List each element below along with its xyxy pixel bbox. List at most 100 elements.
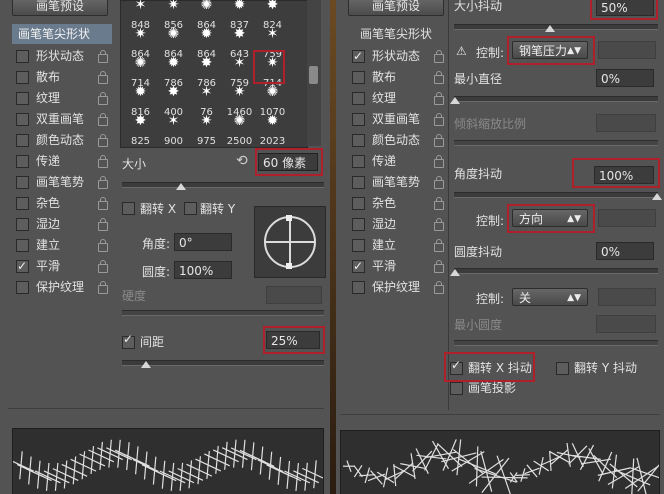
angle-jitter-thumb[interactable] [652, 193, 662, 200]
sidebar-checkbox[interactable] [16, 50, 29, 63]
lock-icon[interactable] [98, 50, 108, 63]
flip-y-jitter-checkbox[interactable] [556, 362, 569, 375]
lock-icon[interactable] [434, 239, 444, 252]
min-roundness-slider[interactable] [454, 340, 658, 346]
reset-size-icon[interactable]: ⟲ [236, 153, 248, 169]
scrollbar-thumb[interactable] [309, 66, 318, 84]
sidebar-item[interactable]: 杂色 [352, 193, 446, 213]
tilt-scale-slider[interactable] [454, 140, 658, 146]
sidebar-item[interactable]: 画笔笔势 [352, 172, 446, 192]
size-slider[interactable] [122, 182, 324, 188]
sidebar-checkbox[interactable] [16, 134, 29, 147]
sidebar-item[interactable]: 杂色 [16, 193, 110, 213]
sidebar-item[interactable]: 纹理 [352, 88, 446, 108]
sidebar-item[interactable]: 平滑 [16, 256, 110, 276]
brush-tile[interactable]: ✸ 825 [125, 111, 156, 147]
roundness-field[interactable]: 100% [174, 261, 232, 279]
brush-presets-button[interactable]: 画笔预设 [12, 0, 108, 16]
sidebar-item-brush-tip-shape-right[interactable]: 画笔笔尖形状 [348, 24, 448, 44]
spacing-slider-thumb[interactable] [141, 361, 151, 368]
lock-icon[interactable] [434, 260, 444, 273]
sidebar-item[interactable]: 画笔笔势 [16, 172, 110, 192]
lock-icon[interactable] [98, 155, 108, 168]
flip-x-checkbox[interactable] [122, 202, 135, 215]
lock-icon[interactable] [98, 176, 108, 189]
sidebar-item[interactable]: 双重画笔 [352, 109, 446, 129]
sidebar-item[interactable]: 传递 [16, 151, 110, 171]
sidebar-checkbox[interactable] [352, 256, 365, 276]
lock-icon[interactable] [434, 176, 444, 189]
sidebar-checkbox[interactable] [16, 281, 29, 294]
lock-icon[interactable] [434, 197, 444, 210]
lock-icon[interactable] [434, 71, 444, 84]
brush-grid-scrollbar[interactable] [307, 0, 321, 146]
sidebar-item[interactable]: 颜色动态 [16, 130, 110, 150]
sidebar-checkbox[interactable] [16, 71, 29, 84]
lock-icon[interactable] [434, 155, 444, 168]
sidebar-checkbox[interactable] [352, 281, 365, 294]
size-jitter-slider[interactable] [454, 24, 658, 30]
size-jitter-thumb[interactable] [545, 25, 555, 32]
sidebar-item[interactable]: 建立 [16, 235, 110, 255]
sidebar-item[interactable]: 双重画笔 [16, 109, 110, 129]
lock-icon[interactable] [434, 218, 444, 231]
sidebar-checkbox[interactable] [352, 176, 365, 189]
sidebar-checkbox[interactable] [352, 239, 365, 252]
sidebar-checkbox[interactable] [16, 197, 29, 210]
sidebar-checkbox[interactable] [16, 239, 29, 252]
lock-icon[interactable] [98, 71, 108, 84]
sidebar-item[interactable]: 散布 [16, 67, 110, 87]
angle-jitter-slider[interactable] [454, 192, 658, 198]
sidebar-checkbox[interactable] [16, 92, 29, 105]
brush-projection-checkbox[interactable] [450, 382, 463, 395]
lock-icon[interactable] [98, 134, 108, 147]
min-diameter-field[interactable]: 0% [596, 69, 654, 87]
lock-icon[interactable] [98, 197, 108, 210]
brush-tile[interactable]: ✹ 2023 [257, 111, 288, 147]
control1-extra-field[interactable] [598, 41, 656, 59]
control3-select[interactable]: 关 ▲▼ [512, 288, 588, 306]
control2-extra-field[interactable] [598, 209, 656, 227]
min-roundness-field[interactable] [596, 315, 656, 333]
hardness-field[interactable] [266, 286, 322, 304]
sidebar-item[interactable]: 形状动态 [352, 46, 446, 66]
sidebar-item[interactable]: 建立 [352, 235, 446, 255]
tilt-scale-field[interactable] [596, 114, 656, 132]
sidebar-checkbox[interactable] [352, 197, 365, 210]
sidebar-item[interactable]: 颜色动态 [352, 130, 446, 150]
sidebar-item[interactable]: 形状动态 [16, 46, 110, 66]
spacing-slider[interactable] [122, 360, 324, 366]
lock-icon[interactable] [434, 281, 444, 294]
lock-icon[interactable] [98, 239, 108, 252]
sidebar-item-brush-tip-shape[interactable]: 画笔笔尖形状 [12, 24, 112, 44]
roundness-jitter-field[interactable]: 0% [596, 242, 654, 260]
spacing-checkbox[interactable] [122, 332, 135, 349]
lock-icon[interactable] [434, 134, 444, 147]
flip-y-checkbox[interactable] [184, 202, 197, 215]
lock-icon[interactable] [98, 260, 108, 273]
lock-icon[interactable] [98, 113, 108, 126]
sidebar-checkbox[interactable] [352, 71, 365, 84]
angle-field[interactable]: 0° [174, 233, 232, 251]
sidebar-checkbox[interactable] [16, 155, 29, 168]
roundness-jitter-thumb[interactable] [450, 269, 460, 276]
size-slider-thumb[interactable] [176, 183, 186, 190]
sidebar-checkbox[interactable] [16, 113, 29, 126]
sidebar-item[interactable]: 保护纹理 [352, 277, 446, 297]
lock-icon[interactable] [434, 50, 444, 63]
sidebar-item[interactable]: 保护纹理 [16, 277, 110, 297]
sidebar-checkbox[interactable] [16, 256, 29, 276]
sidebar-item[interactable]: 传递 [352, 151, 446, 171]
sidebar-item[interactable]: 散布 [352, 67, 446, 87]
sidebar-checkbox[interactable] [352, 134, 365, 147]
brush-tile[interactable]: ✺ 2500 [224, 111, 255, 147]
sidebar-checkbox[interactable] [352, 155, 365, 168]
hardness-slider[interactable] [122, 310, 324, 316]
brush-tile[interactable]: ✶ 900 [158, 111, 189, 147]
min-diameter-thumb[interactable] [450, 97, 460, 104]
control3-extra-field[interactable] [598, 288, 656, 306]
sidebar-checkbox[interactable] [352, 92, 365, 105]
sidebar-checkbox[interactable] [352, 46, 365, 66]
sidebar-item[interactable]: 纹理 [16, 88, 110, 108]
angle-roundness-widget[interactable] [254, 206, 326, 278]
